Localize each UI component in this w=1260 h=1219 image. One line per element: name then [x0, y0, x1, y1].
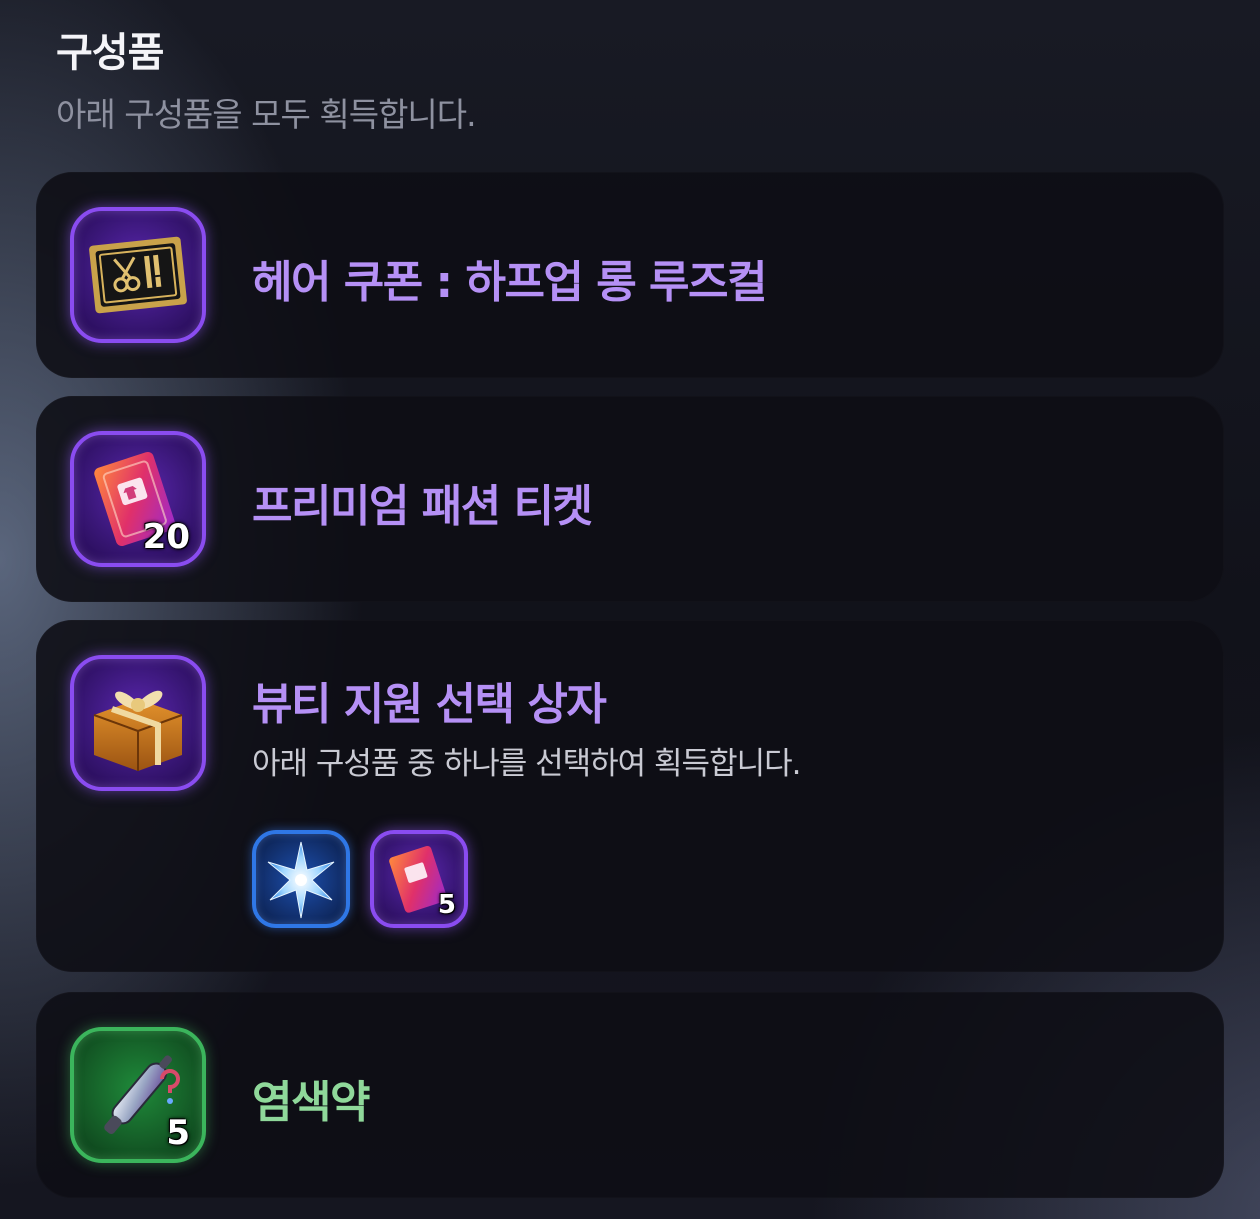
reward-card-dye: 5 염색약 [36, 992, 1224, 1198]
item-name: 프리미엄 패션 티켓 [252, 481, 593, 532]
choice-item-fashion-ticket[interactable]: 5 [370, 830, 468, 928]
item-description: 아래 구성품 중 하나를 선택하여 획득합니다. [252, 746, 801, 782]
gift-box-icon [93, 690, 183, 771]
choice-item-star-crystal[interactable] [252, 830, 350, 928]
item-quantity: 5 [166, 1113, 190, 1153]
item-name: 뷰티 지원 선택 상자 [252, 679, 607, 730]
item-icon-frame[interactable]: 5 [70, 1027, 206, 1163]
item-name: 헤어 쿠폰 : 하프업 롱 루즈컬 [252, 257, 767, 308]
choice-item-quantity: 5 [437, 890, 456, 920]
reward-card-hair-coupon: 헤어 쿠폰 : 하프업 롱 루즈컬 [36, 172, 1224, 378]
hair-coupon-icon [89, 236, 187, 314]
item-icon-frame[interactable] [70, 655, 206, 791]
star-crystal-icon [267, 841, 335, 919]
item-icon-frame[interactable] [70, 207, 206, 343]
item-quantity: 20 [142, 517, 190, 557]
reward-card-beauty-box: 뷰티 지원 선택 상자 아래 구성품 중 하나를 선택하여 획득합니다. 5 [36, 620, 1224, 972]
item-icon-frame[interactable]: 20 [70, 431, 206, 567]
header-title: 구성품 [56, 30, 164, 76]
reward-card-fashion-ticket: 20 프리미엄 패션 티켓 [36, 396, 1224, 602]
header-subtitle: 아래 구성품을 모두 획득합니다. [56, 95, 477, 134]
item-name: 염색약 [252, 1077, 370, 1128]
